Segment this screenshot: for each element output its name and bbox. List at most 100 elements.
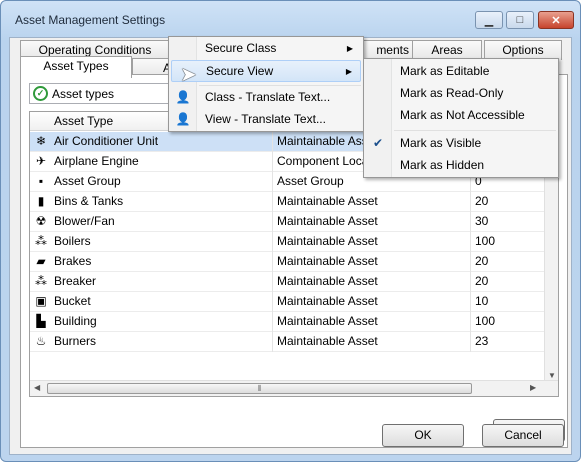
menu-item-class-translate[interactable]: 👤 Class - Translate Text... [171, 87, 361, 109]
asset-type-name: Bins & Tanks [54, 194, 124, 208]
table-row[interactable]: ♨ Burners Maintainable Asset 23 [30, 332, 546, 352]
table-row[interactable]: ☢ Blower/Fan Maintainable Asset 30 [30, 212, 546, 232]
ok-button[interactable]: OK [382, 424, 464, 447]
submenu-arrow-icon: ▶ [346, 44, 353, 53]
mouse-cursor-icon: ➤ [180, 64, 197, 86]
table-row[interactable]: ⁂ Breaker Maintainable Asset 20 [30, 272, 546, 292]
menu-item-label: Mark as Read-Only [400, 86, 504, 100]
airplane-icon: ✈ [35, 154, 47, 168]
scroll-right-icon[interactable]: ▶ [530, 383, 536, 392]
asset-type-name: Boilers [54, 234, 91, 248]
person-icon: 👤 [175, 112, 191, 126]
asset-type-name: Air Conditioner Unit [54, 134, 159, 148]
menu-item-label: Mark as Not Accessible [400, 108, 525, 122]
asset-category: Maintainable Asset [272, 332, 472, 352]
asset-value: 30 [470, 212, 546, 232]
asset-value: 20 [470, 192, 546, 212]
filter-icon: ✓ [33, 86, 48, 101]
table-row[interactable]: ▮ Bins & Tanks Maintainable Asset 20 [30, 192, 546, 212]
context-menu: Secure Class ▶ Secure View ▶ 👤 Class - T… [168, 36, 364, 132]
breaker-icon: ⁂ [35, 274, 47, 288]
menu-item-label: Class - Translate Text... [205, 90, 331, 104]
tab-areas[interactable]: Areas [412, 40, 482, 60]
grip-icon: ⦀ [257, 384, 262, 393]
asset-type-name: Brakes [54, 254, 92, 268]
table-row[interactable]: ▰ Brakes Maintainable Asset 20 [30, 252, 546, 272]
bucket-icon: ▣ [35, 294, 47, 308]
asset-type-name: Airplane Engine [54, 154, 139, 168]
asset-type-name: Breaker [54, 274, 97, 288]
maximize-icon: □ [516, 14, 524, 26]
menu-item-mark-not-accessible[interactable]: Mark as Not Accessible [366, 105, 556, 127]
table-row[interactable]: ▣ Bucket Maintainable Asset 10 [30, 292, 546, 312]
tab-label: Operating Conditions [38, 43, 152, 57]
asset-type-name: Blower/Fan [54, 214, 115, 228]
minimize-icon: ▁ [484, 14, 494, 27]
menu-item-secure-class[interactable]: Secure Class ▶ [171, 38, 361, 60]
menu-item-view-translate[interactable]: 👤 View - Translate Text... [171, 109, 361, 131]
tab-label: ments [376, 43, 409, 57]
menu-item-label: View - Translate Text... [205, 112, 326, 126]
burner-icon: ♨ [35, 334, 47, 348]
menu-item-mark-read-only[interactable]: Mark as Read-Only [366, 83, 556, 105]
window-title: Asset Management Settings [15, 13, 166, 27]
menu-separator [394, 130, 556, 131]
table-row[interactable]: ⁂ Boilers Maintainable Asset 100 [30, 232, 546, 252]
tab-options[interactable]: Options [484, 40, 562, 60]
tab-label: Options [502, 43, 544, 57]
asset-value: 10 [470, 292, 546, 312]
asset-category: Maintainable Asset [272, 192, 472, 212]
secure-view-submenu: Mark as Editable Mark as Read-Only Mark … [363, 58, 559, 178]
menu-item-secure-view[interactable]: Secure View ▶ [171, 60, 361, 82]
tab-label: Asset Types [43, 59, 109, 73]
title-bar: Asset Management Settings ▁ □ ✕ [1, 1, 580, 37]
menu-item-mark-editable[interactable]: Mark as Editable [366, 61, 556, 83]
asset-type-name: Burners [54, 334, 97, 348]
asset-type-name: Bucket [54, 294, 91, 308]
asset-value: 100 [470, 232, 546, 252]
asset-category: Maintainable Asset [272, 252, 472, 272]
asset-value: 20 [470, 252, 546, 272]
menu-item-label: Mark as Hidden [400, 158, 485, 172]
boiler-icon: ⁂ [35, 234, 47, 248]
bins-icon: ▮ [37, 194, 45, 208]
air-conditioner-icon: ❄ [35, 134, 47, 148]
tab-asset-types[interactable]: Asset Types [20, 56, 132, 78]
menu-item-mark-visible[interactable]: ✔ Mark as Visible [366, 133, 556, 155]
fan-icon: ☢ [35, 214, 47, 228]
close-button[interactable]: ✕ [538, 11, 574, 29]
menu-separator [199, 85, 361, 86]
submenu-arrow-icon: ▶ [345, 67, 352, 76]
menu-item-label: Mark as Visible [400, 136, 482, 150]
horizontal-scrollbar[interactable]: ◀ ⦀ ▶ [30, 380, 558, 396]
asset-category: Maintainable Asset [272, 232, 472, 252]
close-icon: ✕ [551, 14, 561, 27]
building-icon: ▙ [36, 314, 46, 328]
asset-category: Maintainable Asset [272, 212, 472, 232]
minimize-button[interactable]: ▁ [475, 11, 503, 29]
tab-label: Areas [431, 43, 463, 57]
horizontal-scroll-thumb[interactable]: ⦀ [47, 383, 472, 394]
asset-category: Maintainable Asset [272, 312, 472, 332]
asset-category: Maintainable Asset [272, 272, 472, 292]
asset-value: 100 [470, 312, 546, 332]
scroll-down-icon[interactable]: ▼ [547, 371, 557, 380]
brakes-icon: ▰ [36, 254, 46, 268]
asset-group-icon: ▪ [38, 174, 44, 188]
scroll-left-icon[interactable]: ◀ [34, 383, 40, 392]
maximize-button[interactable]: □ [506, 11, 534, 29]
menu-item-label: Mark as Editable [400, 64, 490, 78]
menu-item-label: Secure View [206, 64, 274, 78]
asset-filter-label: Asset types [52, 87, 115, 101]
checkmark-icon: ✔ [372, 136, 384, 150]
menu-item-mark-hidden[interactable]: Mark as Hidden [366, 155, 556, 177]
asset-type-name: Building [54, 314, 97, 328]
asset-value: 20 [470, 272, 546, 292]
asset-type-name: Asset Group [54, 174, 121, 188]
asset-value: 23 [470, 332, 546, 352]
person-icon: 👤 [175, 90, 191, 104]
table-row[interactable]: ▙ Building Maintainable Asset 100 [30, 312, 546, 332]
cancel-button[interactable]: Cancel [482, 424, 564, 447]
asset-category: Maintainable Asset [272, 292, 472, 312]
menu-item-label: Secure Class [205, 41, 277, 55]
